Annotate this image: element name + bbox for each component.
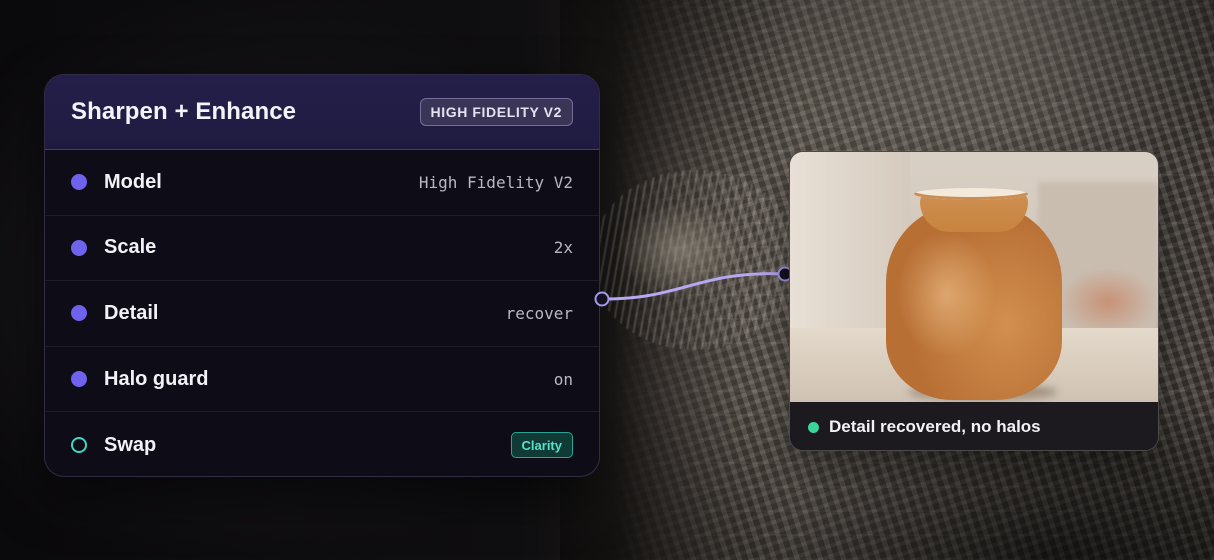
setting-value: on bbox=[553, 369, 573, 389]
setting-label: Detail bbox=[104, 301, 159, 324]
filled-node-dot-icon bbox=[71, 371, 87, 388]
setting-row-detail[interactable]: Detail recover bbox=[45, 281, 599, 347]
setting-value: 2x bbox=[553, 238, 573, 258]
panel-header: Sharpen + Enhance HIGH FIDELITY V2 bbox=[45, 75, 599, 150]
result-caption: Detail recovered, no halos bbox=[790, 402, 1158, 450]
filled-node-dot-icon bbox=[71, 239, 87, 256]
model-badge[interactable]: HIGH FIDELITY V2 bbox=[419, 98, 573, 126]
setting-row-scale[interactable]: Scale 2x bbox=[45, 216, 599, 282]
panel-title: Sharpen + Enhance bbox=[71, 98, 297, 125]
enhance-settings-panel: Sharpen + Enhance HIGH FIDELITY V2 Model… bbox=[44, 74, 600, 477]
setting-label: Scale bbox=[104, 236, 157, 259]
setting-value: recover bbox=[505, 303, 573, 323]
caption-text: Detail recovered, no halos bbox=[829, 417, 1041, 436]
setting-label: Swap bbox=[104, 433, 157, 456]
swap-model-chip[interactable]: Clarity bbox=[510, 432, 573, 459]
filled-node-dot-icon bbox=[71, 174, 87, 191]
filled-node-dot-icon bbox=[71, 305, 87, 322]
setting-label: Model bbox=[104, 170, 162, 193]
hollow-node-dot-icon bbox=[71, 437, 87, 454]
setting-label: Halo guard bbox=[104, 367, 209, 390]
settings-list: Model High Fidelity V2 Scale 2x Detail r… bbox=[45, 150, 599, 476]
frayed-rope bbox=[590, 170, 800, 350]
vase-rim bbox=[914, 188, 1028, 200]
setting-row-swap[interactable]: Swap Clarity bbox=[45, 412, 599, 476]
setting-row-model[interactable]: Model High Fidelity V2 bbox=[45, 150, 599, 216]
status-dot-icon bbox=[808, 421, 819, 433]
vase-body bbox=[886, 204, 1062, 400]
setting-row-halo-guard[interactable]: Halo guard on bbox=[45, 347, 599, 413]
setting-value: High Fidelity V2 bbox=[418, 172, 573, 192]
vase-preview-image bbox=[790, 152, 1158, 402]
result-preview-card[interactable]: Detail recovered, no halos bbox=[789, 151, 1159, 451]
